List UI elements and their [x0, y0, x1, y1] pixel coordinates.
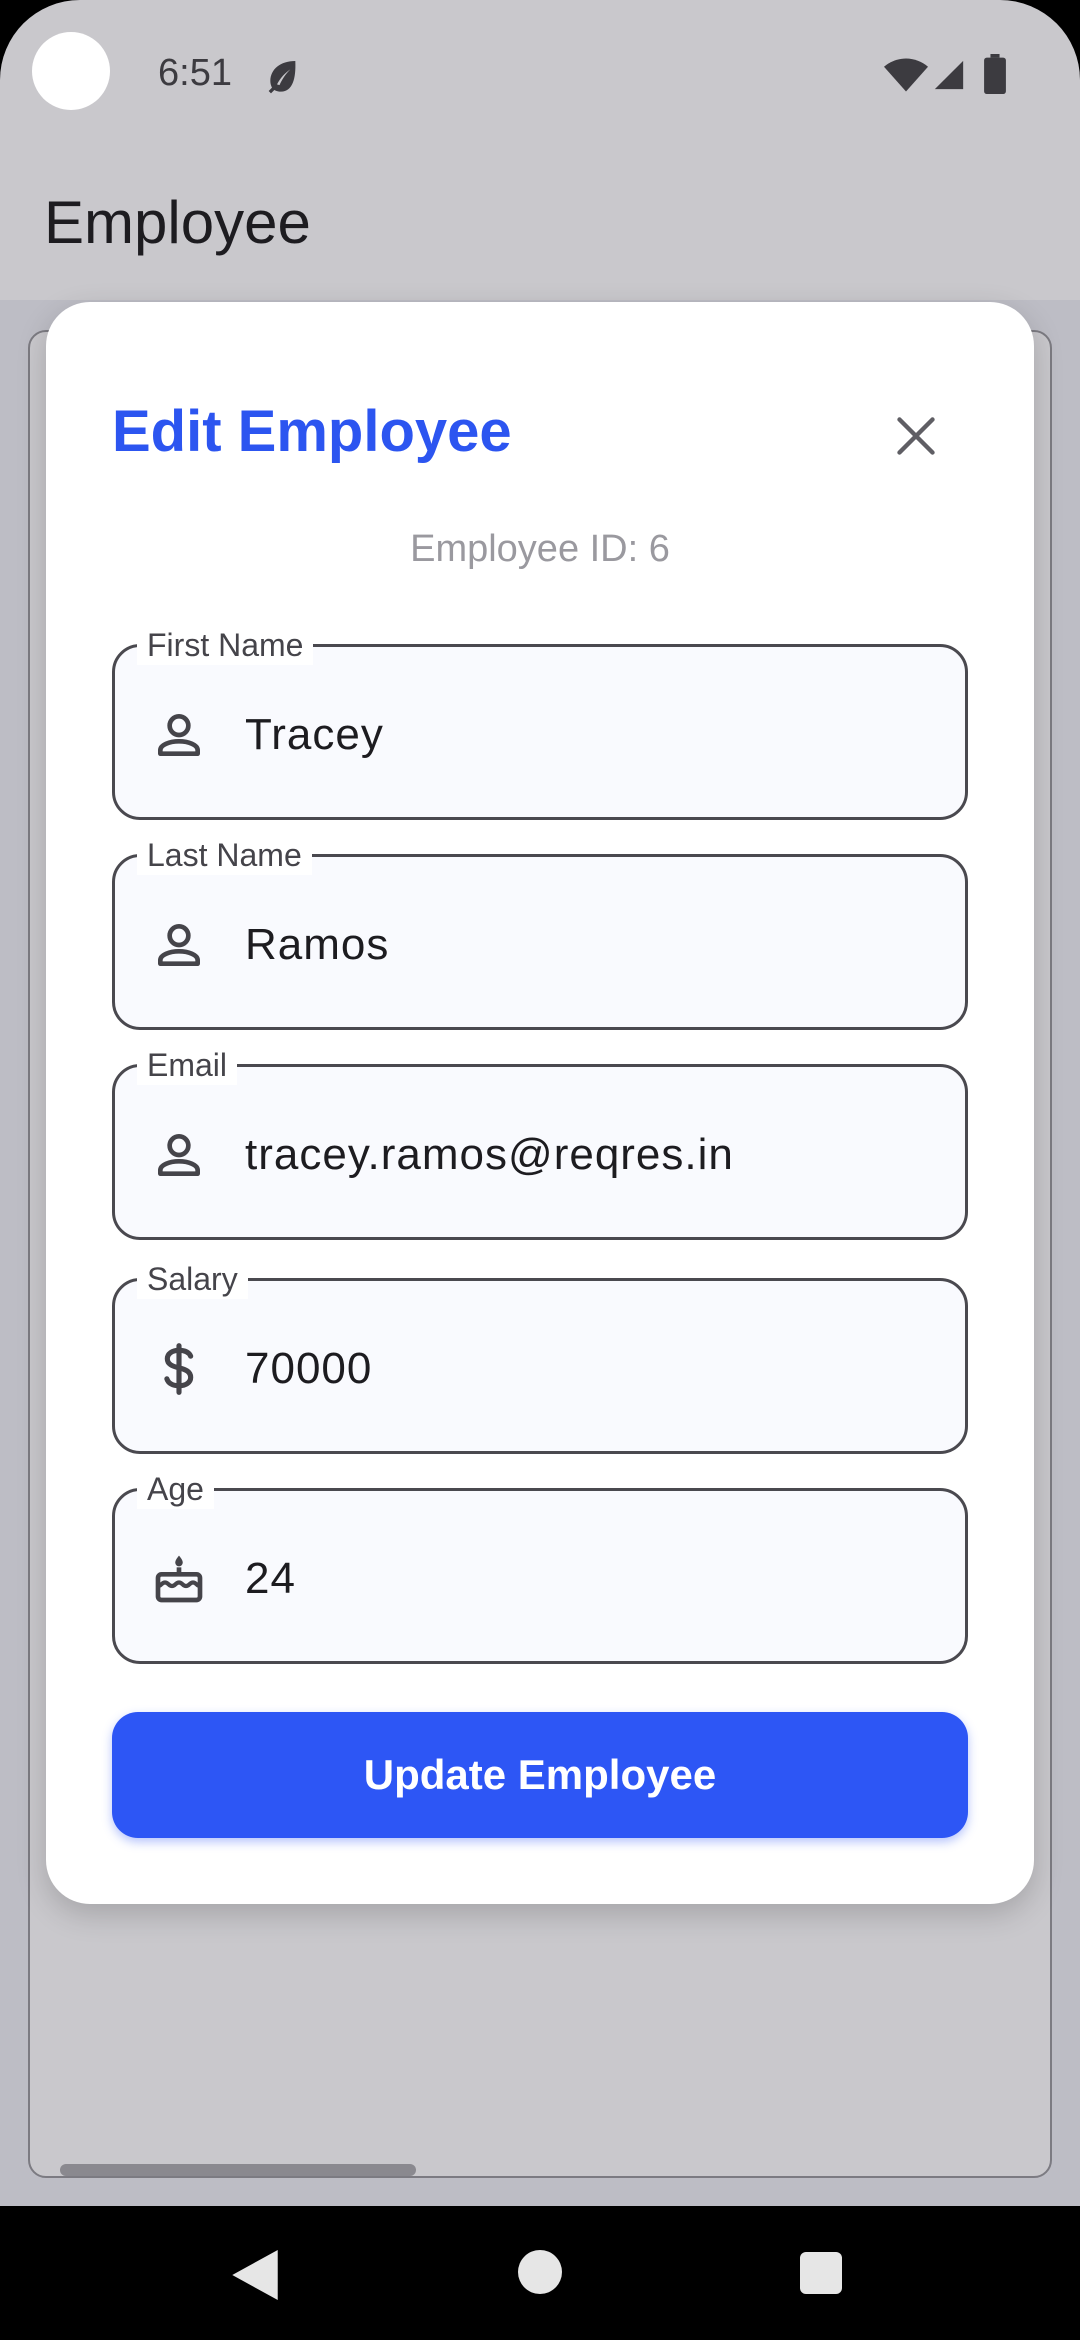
- first-name-input[interactable]: Tracey: [245, 707, 384, 763]
- person-icon: [158, 924, 201, 966]
- recents-icon[interactable]: [800, 2252, 842, 2294]
- camera-cutout: [32, 32, 110, 110]
- age-label: Age: [137, 1469, 214, 1509]
- person-icon: [158, 1134, 201, 1176]
- wifi-icon: [884, 58, 928, 92]
- dollar-icon: [164, 1343, 194, 1395]
- email-input[interactable]: tracey.ramos@reqres.in: [245, 1127, 734, 1183]
- last-name-input[interactable]: Ramos: [245, 917, 389, 973]
- age-field[interactable]: Age 24: [112, 1469, 968, 1664]
- system-nav-bar: [0, 2206, 1080, 2340]
- close-button[interactable]: [868, 388, 964, 484]
- app-bar: Employee: [0, 150, 1080, 300]
- device-screen: 6:51 Employee Edit Employee Employee ID:…: [0, 0, 1080, 2340]
- battery-icon: [984, 54, 1006, 94]
- age-input[interactable]: 24: [245, 1551, 296, 1607]
- status-bar: 6:51: [0, 0, 1080, 150]
- status-clock: 6:51: [158, 52, 232, 94]
- salary-label: Salary: [137, 1259, 248, 1299]
- home-icon[interactable]: [518, 2250, 562, 2294]
- update-employee-button[interactable]: Update Employee: [112, 1712, 968, 1838]
- close-icon: [897, 417, 935, 455]
- person-icon: [158, 714, 201, 756]
- back-icon[interactable]: [232, 2250, 278, 2300]
- cellular-signal-icon: [934, 60, 964, 90]
- email-label: Email: [137, 1045, 238, 1085]
- first-name-label: First Name: [137, 625, 314, 665]
- edit-employee-dialog: Edit Employee Employee ID: 6 First Name …: [46, 302, 1034, 1904]
- cake-icon: [155, 1555, 203, 1603]
- salary-field[interactable]: Salary 70000: [112, 1259, 968, 1454]
- leaf-icon: [268, 61, 296, 94]
- last-name-field[interactable]: Last Name Ramos: [112, 835, 968, 1030]
- first-name-field[interactable]: First Name Tracey: [112, 625, 968, 820]
- page-title: Employee: [44, 189, 311, 256]
- employee-id-text: Employee ID: 6: [410, 528, 670, 570]
- email-field[interactable]: Email tracey.ramos@reqres.in: [112, 1045, 968, 1240]
- last-name-label: Last Name: [137, 835, 312, 875]
- horizontal-scrollbar[interactable]: [60, 2164, 416, 2176]
- salary-input[interactable]: 70000: [245, 1341, 372, 1397]
- dialog-title: Edit Employee: [112, 399, 512, 464]
